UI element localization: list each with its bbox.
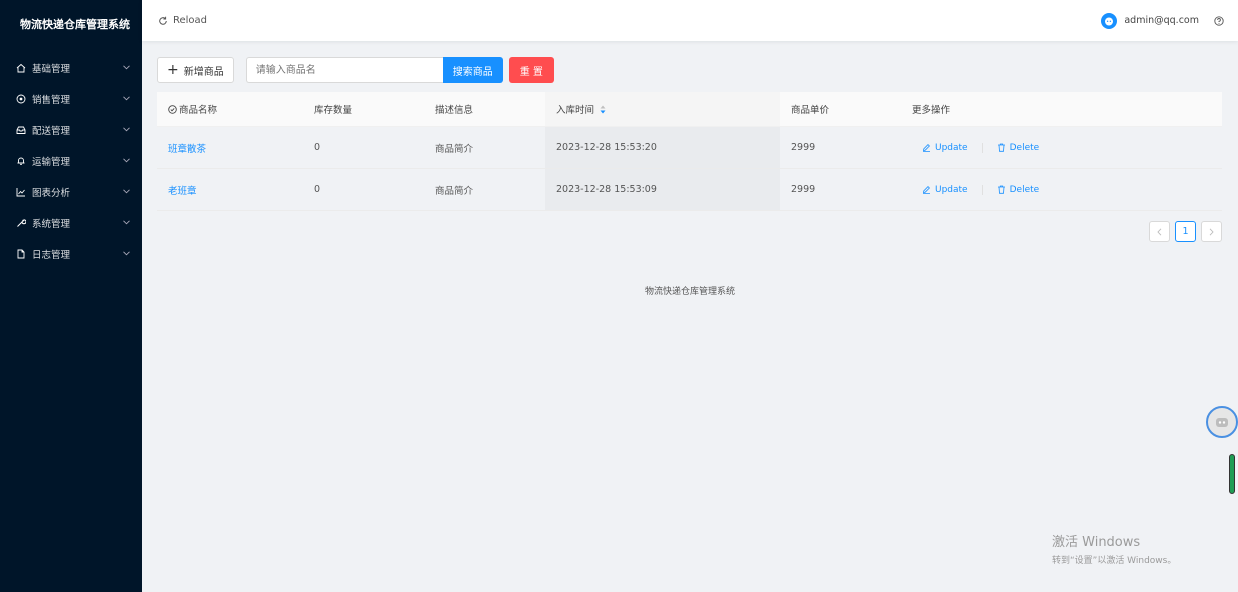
trash-icon: [997, 143, 1005, 152]
divider: [981, 184, 983, 195]
chevron-left-icon: [1157, 227, 1162, 236]
circle-dollar-icon: [16, 94, 26, 104]
reload-button[interactable]: Reload: [158, 15, 207, 26]
column-header-stock: 库存数量: [314, 105, 353, 116]
stock-cell: 0: [314, 184, 321, 195]
divider: [981, 142, 983, 153]
prev-page-button[interactable]: [1149, 221, 1170, 242]
sidebar-item-delivery[interactable]: 配送管理: [0, 114, 142, 145]
column-header-price: 商品单价: [791, 105, 830, 116]
chevron-down-icon: [122, 126, 130, 134]
page-number-button[interactable]: 1: [1175, 221, 1196, 242]
main-content: + 新增商品 搜索商品 重 置 商品名称 库存数量 描述信息 入库时间 商品单价…: [142, 41, 1238, 592]
sidebar-item-transport[interactable]: 运输管理: [0, 145, 142, 176]
delete-button[interactable]: Delete: [997, 143, 1039, 153]
sidebar-item-label: 基础管理: [32, 63, 71, 75]
reset-button[interactable]: 重 置: [508, 57, 554, 83]
stock-cell: 0: [314, 142, 321, 153]
sidebar-item-basic[interactable]: 基础管理: [0, 52, 142, 83]
sort-icon[interactable]: [600, 105, 606, 114]
next-page-button[interactable]: [1201, 221, 1222, 242]
user-area: admin@qq.com: [1101, 0, 1224, 41]
app-title: 物流快递仓库管理系统: [20, 18, 130, 31]
user-email[interactable]: admin@qq.com: [1124, 15, 1199, 26]
chevron-down-icon: [122, 188, 130, 196]
actions-cell: Update Delete: [901, 127, 1222, 168]
table-row: 老班章 0 商品简介 2023-12-28 15:53:09 2999 Upda…: [157, 169, 1222, 211]
watermark-subtitle: 转到“设置”以激活 Windows。: [1052, 556, 1177, 566]
sidebar-item-logs[interactable]: 日志管理: [0, 238, 142, 269]
footer-text: 物流快递仓库管理系统: [644, 287, 735, 297]
chevron-down-icon: [122, 95, 130, 103]
side-scroll-handle[interactable]: [1229, 454, 1235, 494]
column-header-actions: 更多操作: [912, 105, 951, 116]
chevron-down-icon: [122, 157, 130, 165]
table-row: 班章散茶 0 商品简介 2023-12-28 15:53:20 2999 Upd…: [157, 127, 1222, 169]
desc-cell: 商品简介: [435, 185, 474, 197]
search-input[interactable]: [245, 57, 443, 83]
line-chart-icon: [16, 187, 26, 197]
product-name-link[interactable]: 老班章: [168, 183, 197, 197]
home-icon: [16, 63, 26, 73]
delete-button[interactable]: Delete: [997, 185, 1039, 195]
price-cell: 2999: [791, 142, 816, 153]
trash-icon: [997, 185, 1005, 194]
update-button[interactable]: Update: [922, 185, 968, 195]
add-product-button[interactable]: + 新增商品: [157, 57, 234, 83]
chevron-down-icon: [122, 64, 130, 72]
robot-icon: [1216, 418, 1228, 427]
chevron-right-icon: [1209, 227, 1214, 236]
sidebar-item-label: 日志管理: [32, 249, 71, 261]
time-cell: 2023-12-28 15:53:09: [545, 169, 780, 210]
product-name-link[interactable]: 班章散茶: [168, 141, 206, 155]
sidebar-item-label: 配送管理: [32, 125, 71, 137]
sidebar-item-system[interactable]: 系统管理: [0, 207, 142, 238]
windows-activation-watermark: 激活 Windows 转到“设置”以激活 Windows。: [1052, 531, 1176, 566]
sidebar-item-charts[interactable]: 图表分析: [0, 176, 142, 207]
edit-icon: [923, 186, 930, 194]
sidebar-item-sales[interactable]: 销售管理: [0, 83, 142, 114]
time-cell: 2023-12-28 15:53:20: [545, 127, 780, 168]
sidebar-item-label: 系统管理: [32, 218, 71, 230]
price-cell: 2999: [791, 184, 816, 195]
column-header-name: 商品名称: [157, 92, 303, 126]
search-box: 搜索商品: [245, 57, 503, 83]
product-table: 商品名称 库存数量 描述信息 入库时间 商品单价 更多操作 班章散茶 0 商品简…: [157, 92, 1222, 211]
sidebar-item-label: 图表分析: [32, 187, 71, 199]
pagination: 1: [1149, 221, 1222, 242]
file-icon: [16, 249, 26, 259]
inbox-icon: [16, 125, 26, 135]
table-header: 商品名称 库存数量 描述信息 入库时间 商品单价 更多操作: [157, 92, 1222, 127]
search-button[interactable]: 搜索商品: [442, 57, 503, 83]
sidebar: 物流快递仓库管理系统 基础管理 销售管理 配送管理 运输管理 图表分析 系统管理…: [0, 0, 142, 592]
add-product-label: 新增商品: [183, 66, 224, 78]
chevron-down-icon: [122, 219, 130, 227]
circle-icon: [168, 104, 177, 114]
update-button[interactable]: Update: [922, 143, 968, 153]
sidebar-item-label: 销售管理: [32, 94, 71, 106]
avatar[interactable]: [1101, 12, 1118, 29]
reload-icon: [159, 16, 167, 25]
sidebar-item-label: 运输管理: [32, 156, 71, 168]
header: Reload admin@qq.com: [142, 0, 1238, 41]
bell-icon: [16, 156, 26, 166]
question-circle-icon[interactable]: [1214, 15, 1224, 26]
desc-cell: 商品简介: [435, 143, 474, 155]
column-header-time[interactable]: 入库时间: [545, 92, 780, 126]
plus-icon: +: [167, 62, 179, 78]
chevron-down-icon: [122, 250, 130, 258]
actions-cell: Update Delete: [901, 169, 1222, 210]
watermark-title: 激活 Windows: [1052, 535, 1141, 550]
assistant-float-button[interactable]: [1206, 406, 1238, 438]
tool-icon: [16, 218, 26, 228]
edit-icon: [923, 144, 930, 152]
toolbar: + 新增商品 搜索商品 重 置: [157, 57, 554, 83]
column-header-desc: 描述信息: [435, 105, 474, 116]
reload-label: Reload: [173, 15, 208, 26]
